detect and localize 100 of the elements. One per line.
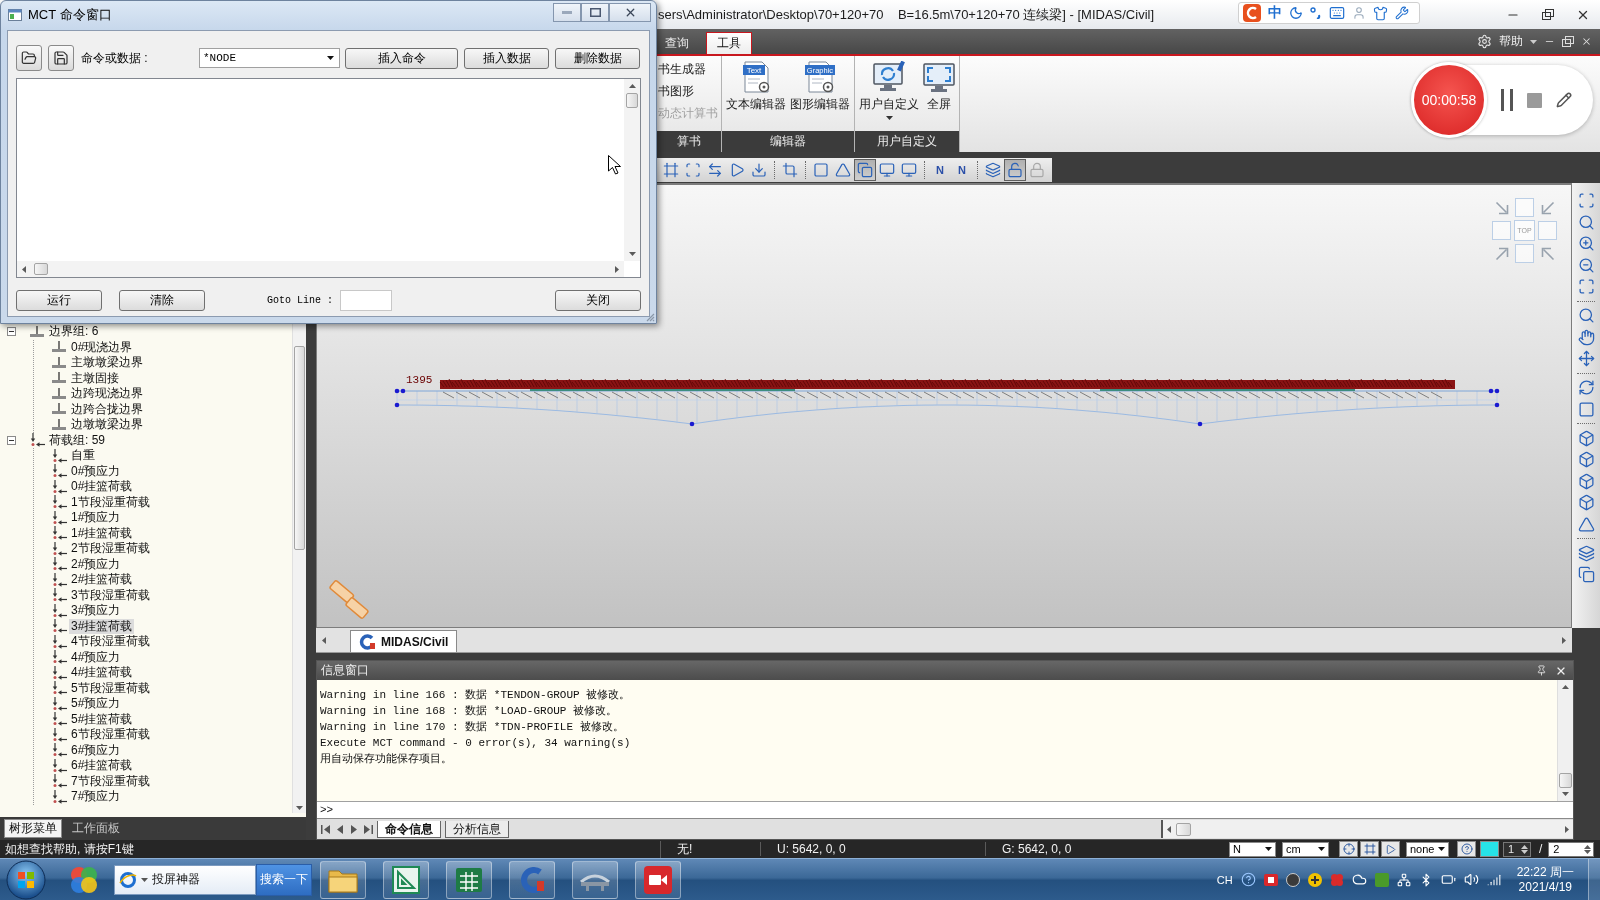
tree-group[interactable]: 荷载组: 59 [47,432,107,448]
clock-time[interactable]: 22:22 周一 [1516,864,1574,880]
scrollbar-thumb[interactable] [294,346,305,550]
tree-item[interactable]: 0#现浇边界 [69,339,135,355]
taskbar-button[interactable] [635,860,681,899]
collapse-icon[interactable] [7,435,16,445]
tree-item[interactable]: 7节段湿重荷载 [69,773,152,789]
taskbar-button[interactable] [320,860,366,899]
message-tab[interactable]: 命令信息 [377,820,441,838]
taskbar-button[interactable] [383,860,429,899]
close-icon[interactable] [1581,36,1592,47]
scroll-right-icon[interactable] [1565,825,1569,833]
tree-item[interactable]: 6节段湿重荷载 [69,727,152,743]
scroll-right-icon[interactable] [1562,636,1566,644]
vertical-scrollbar[interactable] [292,324,306,813]
message-tab[interactable]: 分析信息 [445,820,509,838]
wrench-icon[interactable] [1395,6,1409,20]
tree-item[interactable]: 6#预应力 [69,742,123,758]
force-unit-select[interactable]: N [1229,841,1276,857]
scrollbar-thumb[interactable] [1176,822,1191,836]
save-file-button[interactable] [48,45,74,71]
play-icon[interactable] [1385,843,1396,855]
tree-item[interactable]: 2#挂篮荷载 [69,572,135,588]
moon-icon[interactable] [1289,6,1303,20]
caret-icon[interactable] [1265,847,1272,851]
fullscreen-icon[interactable] [923,61,955,93]
document-tab[interactable]: MIDAS/Civil [350,630,458,652]
show-desktop-button[interactable] [1588,858,1600,900]
horizontal-scrollbar[interactable] [17,261,624,277]
collapse-icon[interactable] [7,327,16,337]
tile-icon[interactable] [1374,872,1389,887]
tree-item[interactable]: 主墩墩梁边界 [69,355,145,371]
search-field[interactable]: 投屏神器 [114,864,256,895]
shirt-icon[interactable] [1373,5,1388,21]
maximize-button[interactable] [581,3,609,22]
next-icon[interactable] [349,824,359,834]
help-menu[interactable]: 帮助 [1499,33,1523,50]
move-icon[interactable] [1577,350,1595,367]
page-count-field[interactable]: 2 [1548,841,1595,857]
cube-icon[interactable] [1577,451,1595,468]
input-language[interactable]: CH [1216,873,1233,886]
tree-item[interactable]: 主墩固接 [69,370,121,386]
clock-date[interactable]: 2021/4/19 [1518,879,1572,895]
command-line-field[interactable]: >> [317,801,1573,818]
caret-icon[interactable] [1318,847,1325,851]
taskbar-button[interactable] [509,860,555,899]
vertical-scrollbar[interactable] [624,79,640,261]
node-label-toggle[interactable]: N [929,159,951,181]
open-file-button[interactable] [16,45,42,71]
circle-icon[interactable] [1285,872,1300,887]
search-button[interactable]: 搜索一下 [256,863,312,896]
tree-item[interactable]: 6#挂篮荷载 [69,758,135,774]
start-button[interactable] [6,859,46,900]
search-icon[interactable] [1577,213,1595,231]
tree-item[interactable]: 0#预应力 [69,463,123,479]
square-icon[interactable] [1577,400,1595,418]
tree-item[interactable]: 5#挂篮荷载 [69,711,135,727]
tree-item[interactable]: 4#挂篮荷载 [69,665,135,681]
panel-tab[interactable]: 树形菜单 [4,819,62,838]
input-mode-toggle[interactable]: 中 [1268,4,1282,22]
panel-tab[interactable]: 工作面板 [68,819,124,838]
node-label-toggle[interactable]: N [951,159,973,181]
plus-circle-icon[interactable] [1307,872,1322,887]
search-icon[interactable] [1577,307,1595,324]
scrollbar-thumb[interactable] [34,263,48,275]
scan-icon[interactable] [1577,192,1595,209]
pin-icon[interactable] [1536,665,1547,676]
taskbar-button[interactable] [446,860,492,899]
zoom-out-icon[interactable] [1577,256,1595,274]
ribbon-button[interactable]: Text 文本编辑器 [725,61,787,131]
refresh-icon[interactable] [1577,379,1595,396]
scroll-left-icon[interactable] [322,636,326,644]
footer-button[interactable]: 运行 [16,289,102,311]
close-button[interactable] [609,3,651,22]
spin-up-icon[interactable] [1584,844,1592,849]
tree-item[interactable]: 5节段湿重荷载 [69,680,152,696]
pencil-icon[interactable] [1556,92,1572,108]
previous-icon[interactable] [335,824,345,834]
last-page-icon[interactable] [363,824,373,834]
scroll-up-icon[interactable] [1562,685,1569,689]
scroll-right-icon[interactable] [615,265,619,273]
cloud-icon[interactable] [1351,872,1367,887]
tree-item[interactable]: 1#挂篮荷载 [69,525,135,541]
length-unit-select[interactable]: cm [1282,841,1329,857]
footer-button[interactable]: 清除 [119,289,205,311]
folder-open-icon[interactable] [21,50,37,66]
tree-item[interactable]: 3节段湿重荷载 [69,587,152,603]
spin-up-icon[interactable] [1521,844,1528,849]
minimize-button[interactable] [553,3,581,22]
tree-item[interactable]: 7#预应力 [69,789,123,805]
copy-icon[interactable] [1577,566,1595,583]
action-button[interactable]: 插入数据 [464,47,549,69]
tree-item[interactable]: 边跨现浇边界 [69,386,145,402]
save-icon[interactable] [53,50,69,66]
maximize-icon[interactable] [1577,278,1595,295]
vertical-scrollbar[interactable] [1557,680,1573,801]
ribbon-button[interactable]: 全屏 [922,61,956,131]
ribbon-menu-item[interactable]: 书生成器 [658,58,718,80]
first-page-icon[interactable] [321,824,331,834]
play-button[interactable] [1381,841,1400,857]
